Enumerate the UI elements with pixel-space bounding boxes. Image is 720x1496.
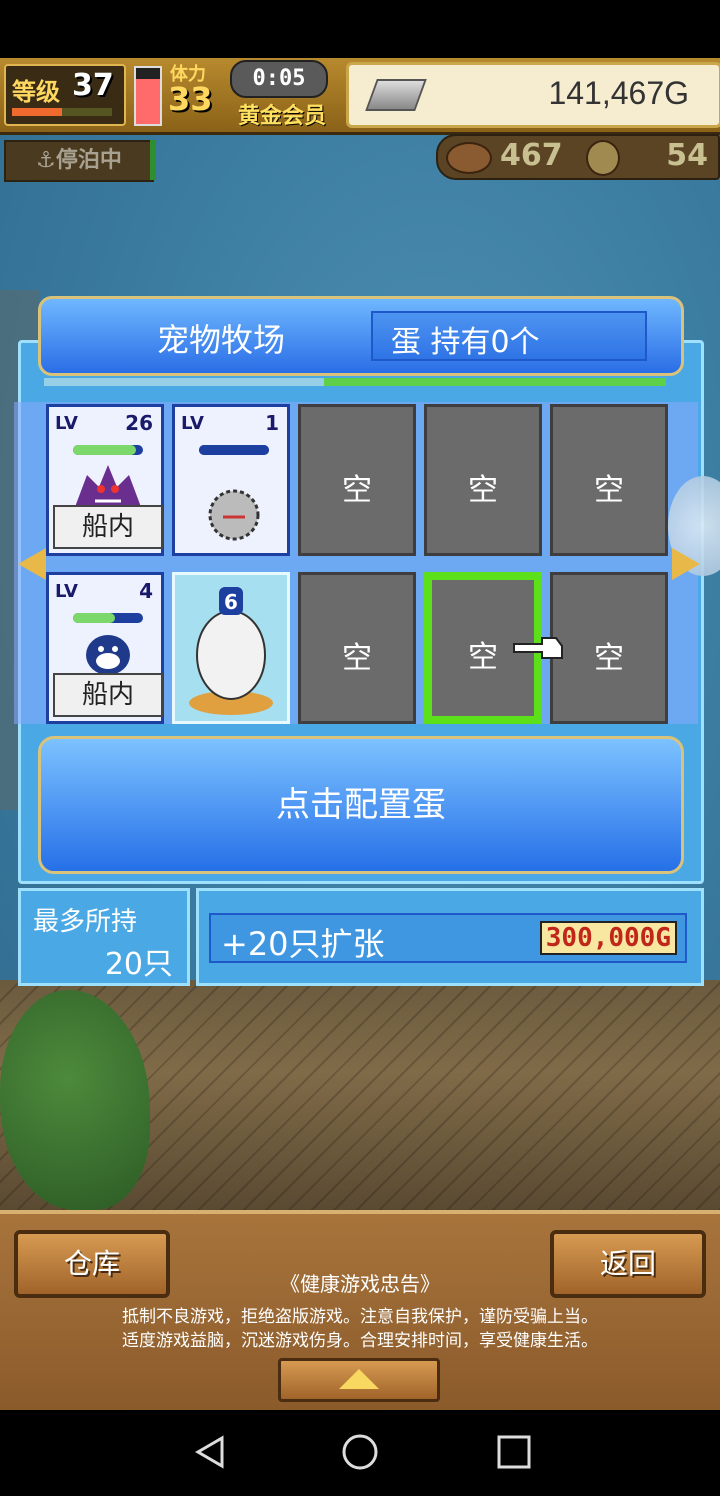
empty-slot-label: 空 (594, 473, 624, 508)
timer: 0:05 (230, 60, 328, 98)
nav-recent-icon[interactable] (494, 1432, 534, 1472)
ranch-progress-track (44, 378, 666, 386)
expand-panel: +20只扩张 300,000G (196, 888, 704, 986)
expand-button[interactable]: +20只扩张 300,000G (209, 913, 687, 963)
egg-icon: 6 (189, 587, 273, 715)
nav-back-icon[interactable] (190, 1432, 230, 1472)
notice-line-1: 抵制不良游戏，拒绝盗版游戏。注意自我保护，谨防受骗上当。 (122, 1307, 598, 1327)
pet-hp-fill (199, 445, 269, 455)
docked-status[interactable]: ⚓停泊中 (4, 140, 154, 182)
pet-level: 4 (139, 579, 153, 603)
pointer-hand-icon (513, 637, 563, 659)
pet-slot-1[interactable]: LV 26 船内 (46, 404, 164, 556)
right-arrow-icon[interactable] (672, 548, 700, 580)
pet-hp-bar (73, 445, 143, 455)
empty-slot[interactable]: 空 (424, 404, 542, 556)
empty-slot-label: 空 (594, 641, 624, 676)
capacity-value: 20只 (104, 947, 173, 982)
ranch-header: 宠物牧场 蛋 持有0个 (38, 296, 684, 376)
pet-level: 1 (265, 411, 279, 435)
empty-slot[interactable]: 空 (298, 404, 416, 556)
ranch-progress-fill (323, 378, 666, 386)
stamina-gauge (134, 66, 162, 126)
pet-slot-3[interactable]: LV 4 船内 (46, 572, 164, 724)
stamina-value: 33 (168, 80, 213, 118)
empty-slot[interactable]: 空 (550, 572, 668, 724)
expand-label: +20只扩张 (221, 925, 385, 963)
empty-slot-label: 空 (342, 473, 372, 508)
egg-count-box: 蛋 持有0个 (371, 311, 647, 361)
egg-badge: 6 (224, 590, 238, 614)
pet-hp-bar (73, 613, 143, 623)
level-label: 等级 (12, 78, 60, 106)
member-status: 黄金会员 (238, 104, 327, 129)
empty-slot[interactable]: 空 (298, 572, 416, 724)
wood-icon (446, 142, 492, 174)
configure-egg-button[interactable]: 点击配置蛋 (38, 736, 684, 874)
system-nav-bar (0, 1410, 720, 1496)
empty-slot[interactable]: 空 (550, 404, 668, 556)
top-hud: 等级 37 体力 33 0:05 黄金会员 141,467G (0, 58, 720, 135)
gold-bar-icon (365, 79, 427, 111)
stamina-gauge-fill (136, 79, 160, 124)
notice-line-2: 适度游戏益脑，沉迷游戏伤身。合理安排时间，享受健康生活。 (122, 1331, 598, 1351)
resource2-value: 54 (666, 138, 708, 173)
left-arrow-icon[interactable] (18, 548, 46, 580)
empty-slot-label: 空 (468, 473, 498, 508)
pet-slot-2[interactable]: LV 1 (172, 404, 290, 556)
pet-level: 26 (125, 411, 153, 435)
gold-value: 141,467G (548, 75, 689, 111)
gold-panel: 141,467G (346, 62, 720, 128)
pet-hp-bar (199, 445, 269, 455)
capacity-panel: 最多所持 20只 (18, 888, 190, 986)
docked-indicator (150, 140, 156, 180)
pet-location: 船内 (53, 505, 163, 549)
up-arrow-icon (339, 1369, 379, 1389)
notice-title: 《健康游戏忠告》 (280, 1272, 440, 1296)
pet-level-tag: LV (181, 413, 204, 434)
ranch-title: 宠物牧场 (157, 321, 286, 359)
expand-price: 300,000G (539, 921, 677, 955)
level-progress-fill (12, 108, 62, 116)
capacity-label: 最多所持 (33, 907, 138, 937)
resource-panel: 467 54 (436, 134, 720, 180)
egg-count-text: 蛋 持有0个 (391, 325, 540, 360)
expand-menu-button[interactable] (278, 1358, 440, 1402)
resource1-value: 467 (500, 138, 563, 173)
medal-icon (586, 140, 620, 176)
puffball-pet-icon (208, 489, 260, 541)
level-progress-bar (12, 108, 112, 116)
empty-slot-label: 空 (342, 641, 372, 676)
level-value: 37 (72, 68, 114, 103)
level-panel: 等级 37 (4, 64, 126, 126)
nav-home-icon[interactable] (340, 1432, 380, 1472)
egg-slot[interactable]: 6 (172, 572, 290, 724)
pet-location: 船内 (53, 673, 163, 717)
pet-hp-fill (73, 445, 136, 455)
pet-level-tag: LV (55, 413, 78, 434)
pet-level-tag: LV (55, 581, 78, 602)
pet-hp-fill (73, 613, 115, 623)
